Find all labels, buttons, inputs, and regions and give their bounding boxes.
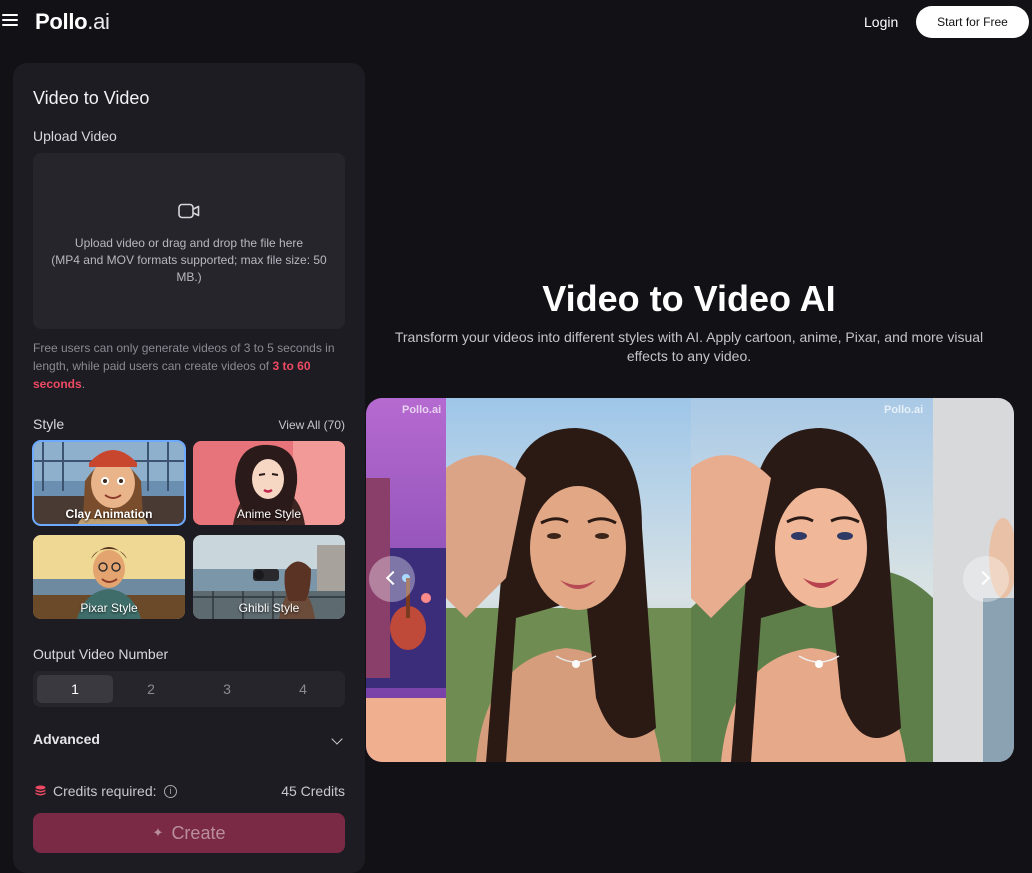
output-option-3[interactable]: 3 <box>189 675 265 703</box>
watermark: Pollo.ai <box>402 404 441 416</box>
hero-title: Video to Video AI <box>542 278 836 319</box>
dropzone-line1: Upload video or drag and drop the file h… <box>74 236 304 250</box>
original-video-frame <box>446 398 691 762</box>
chevron-right-icon <box>975 570 991 586</box>
advanced-toggle[interactable]: Advanced <box>33 731 345 751</box>
upload-label: Upload Video <box>33 128 117 144</box>
output-option-2[interactable]: 2 <box>113 675 189 703</box>
output-video-number-label: Output Video Number <box>33 646 169 662</box>
menu-icon[interactable] <box>2 14 18 28</box>
style-name: Anime Style <box>236 507 302 521</box>
output-option-1[interactable]: 1 <box>37 675 113 703</box>
sparkle-icon: ✦ <box>152 825 164 840</box>
style-card-anime-style[interactable]: Anime Style <box>193 441 345 525</box>
advanced-label: Advanced <box>33 731 100 747</box>
example-carousel: Pollo.ai Pollo.ai <box>366 398 1014 762</box>
output-option-4[interactable]: 4 <box>265 675 341 703</box>
top-bar: Pollo.ai Login Start for Free <box>0 0 1032 44</box>
logo[interactable]: Pollo.ai <box>35 9 110 35</box>
style-name: Clay Animation <box>65 507 153 521</box>
style-card-pixar-style[interactable]: Pixar Style <box>33 535 185 619</box>
watermark: Pollo.ai <box>884 404 923 416</box>
create-button[interactable]: ✦ Create <box>33 813 345 853</box>
upload-dropzone[interactable]: Upload video or drag and drop the file h… <box>33 153 345 329</box>
style-card-ghibli-style[interactable]: Ghibli Style <box>193 535 345 619</box>
video-camera-icon <box>178 203 200 219</box>
slide-original-video[interactable] <box>446 398 691 762</box>
slide-result-video[interactable]: Pollo.ai <box>691 398 933 762</box>
note-end: . <box>81 377 86 391</box>
duration-note: Free users can only generate videos of 3… <box>33 339 349 393</box>
info-icon[interactable]: i <box>164 785 177 798</box>
logo-main: Pollo <box>35 9 88 34</box>
panel-title: Video to Video <box>33 88 150 108</box>
style-name: Pixar Style <box>80 601 138 615</box>
create-label: Create <box>171 822 226 843</box>
video-to-video-panel: Video to Video Upload Video Upload video… <box>13 63 365 873</box>
chevron-left-icon <box>385 570 401 586</box>
credits-value: 45 Credits <box>281 783 345 799</box>
credits-row: Credits required: i 45 Credits <box>33 782 345 802</box>
credits-required-label: Credits required: <box>53 783 157 799</box>
start-for-free-button[interactable]: Start for Free <box>916 6 1029 38</box>
chevron-down-icon <box>331 733 343 745</box>
carousel-next-button[interactable] <box>963 556 1009 602</box>
carousel-prev-button[interactable] <box>369 556 415 602</box>
view-all-link[interactable]: View All (70) <box>279 418 345 432</box>
watermark-suffix: .ai <box>428 404 442 416</box>
result-video-frame <box>691 398 933 762</box>
login-link[interactable]: Login <box>864 14 898 30</box>
style-label: Style <box>33 416 65 432</box>
output-number-selector: 1 2 3 4 <box>33 671 345 707</box>
watermark-suffix: .ai <box>910 404 924 416</box>
dropzone-line2: (MP4 and MOV formats supported; max file… <box>51 253 327 284</box>
logo-suffix: .ai <box>87 9 110 34</box>
watermark-main: Pollo <box>402 404 429 416</box>
watermark-main: Pollo <box>884 404 911 416</box>
style-card-clay-animation[interactable]: Clay Animation <box>32 440 186 526</box>
style-name: Ghibli Style <box>238 601 300 615</box>
hero-subtitle: Transform your videos into different sty… <box>394 329 984 364</box>
credits-stack-icon <box>35 785 46 796</box>
dropzone-text: Upload video or drag and drop the file h… <box>33 235 345 286</box>
